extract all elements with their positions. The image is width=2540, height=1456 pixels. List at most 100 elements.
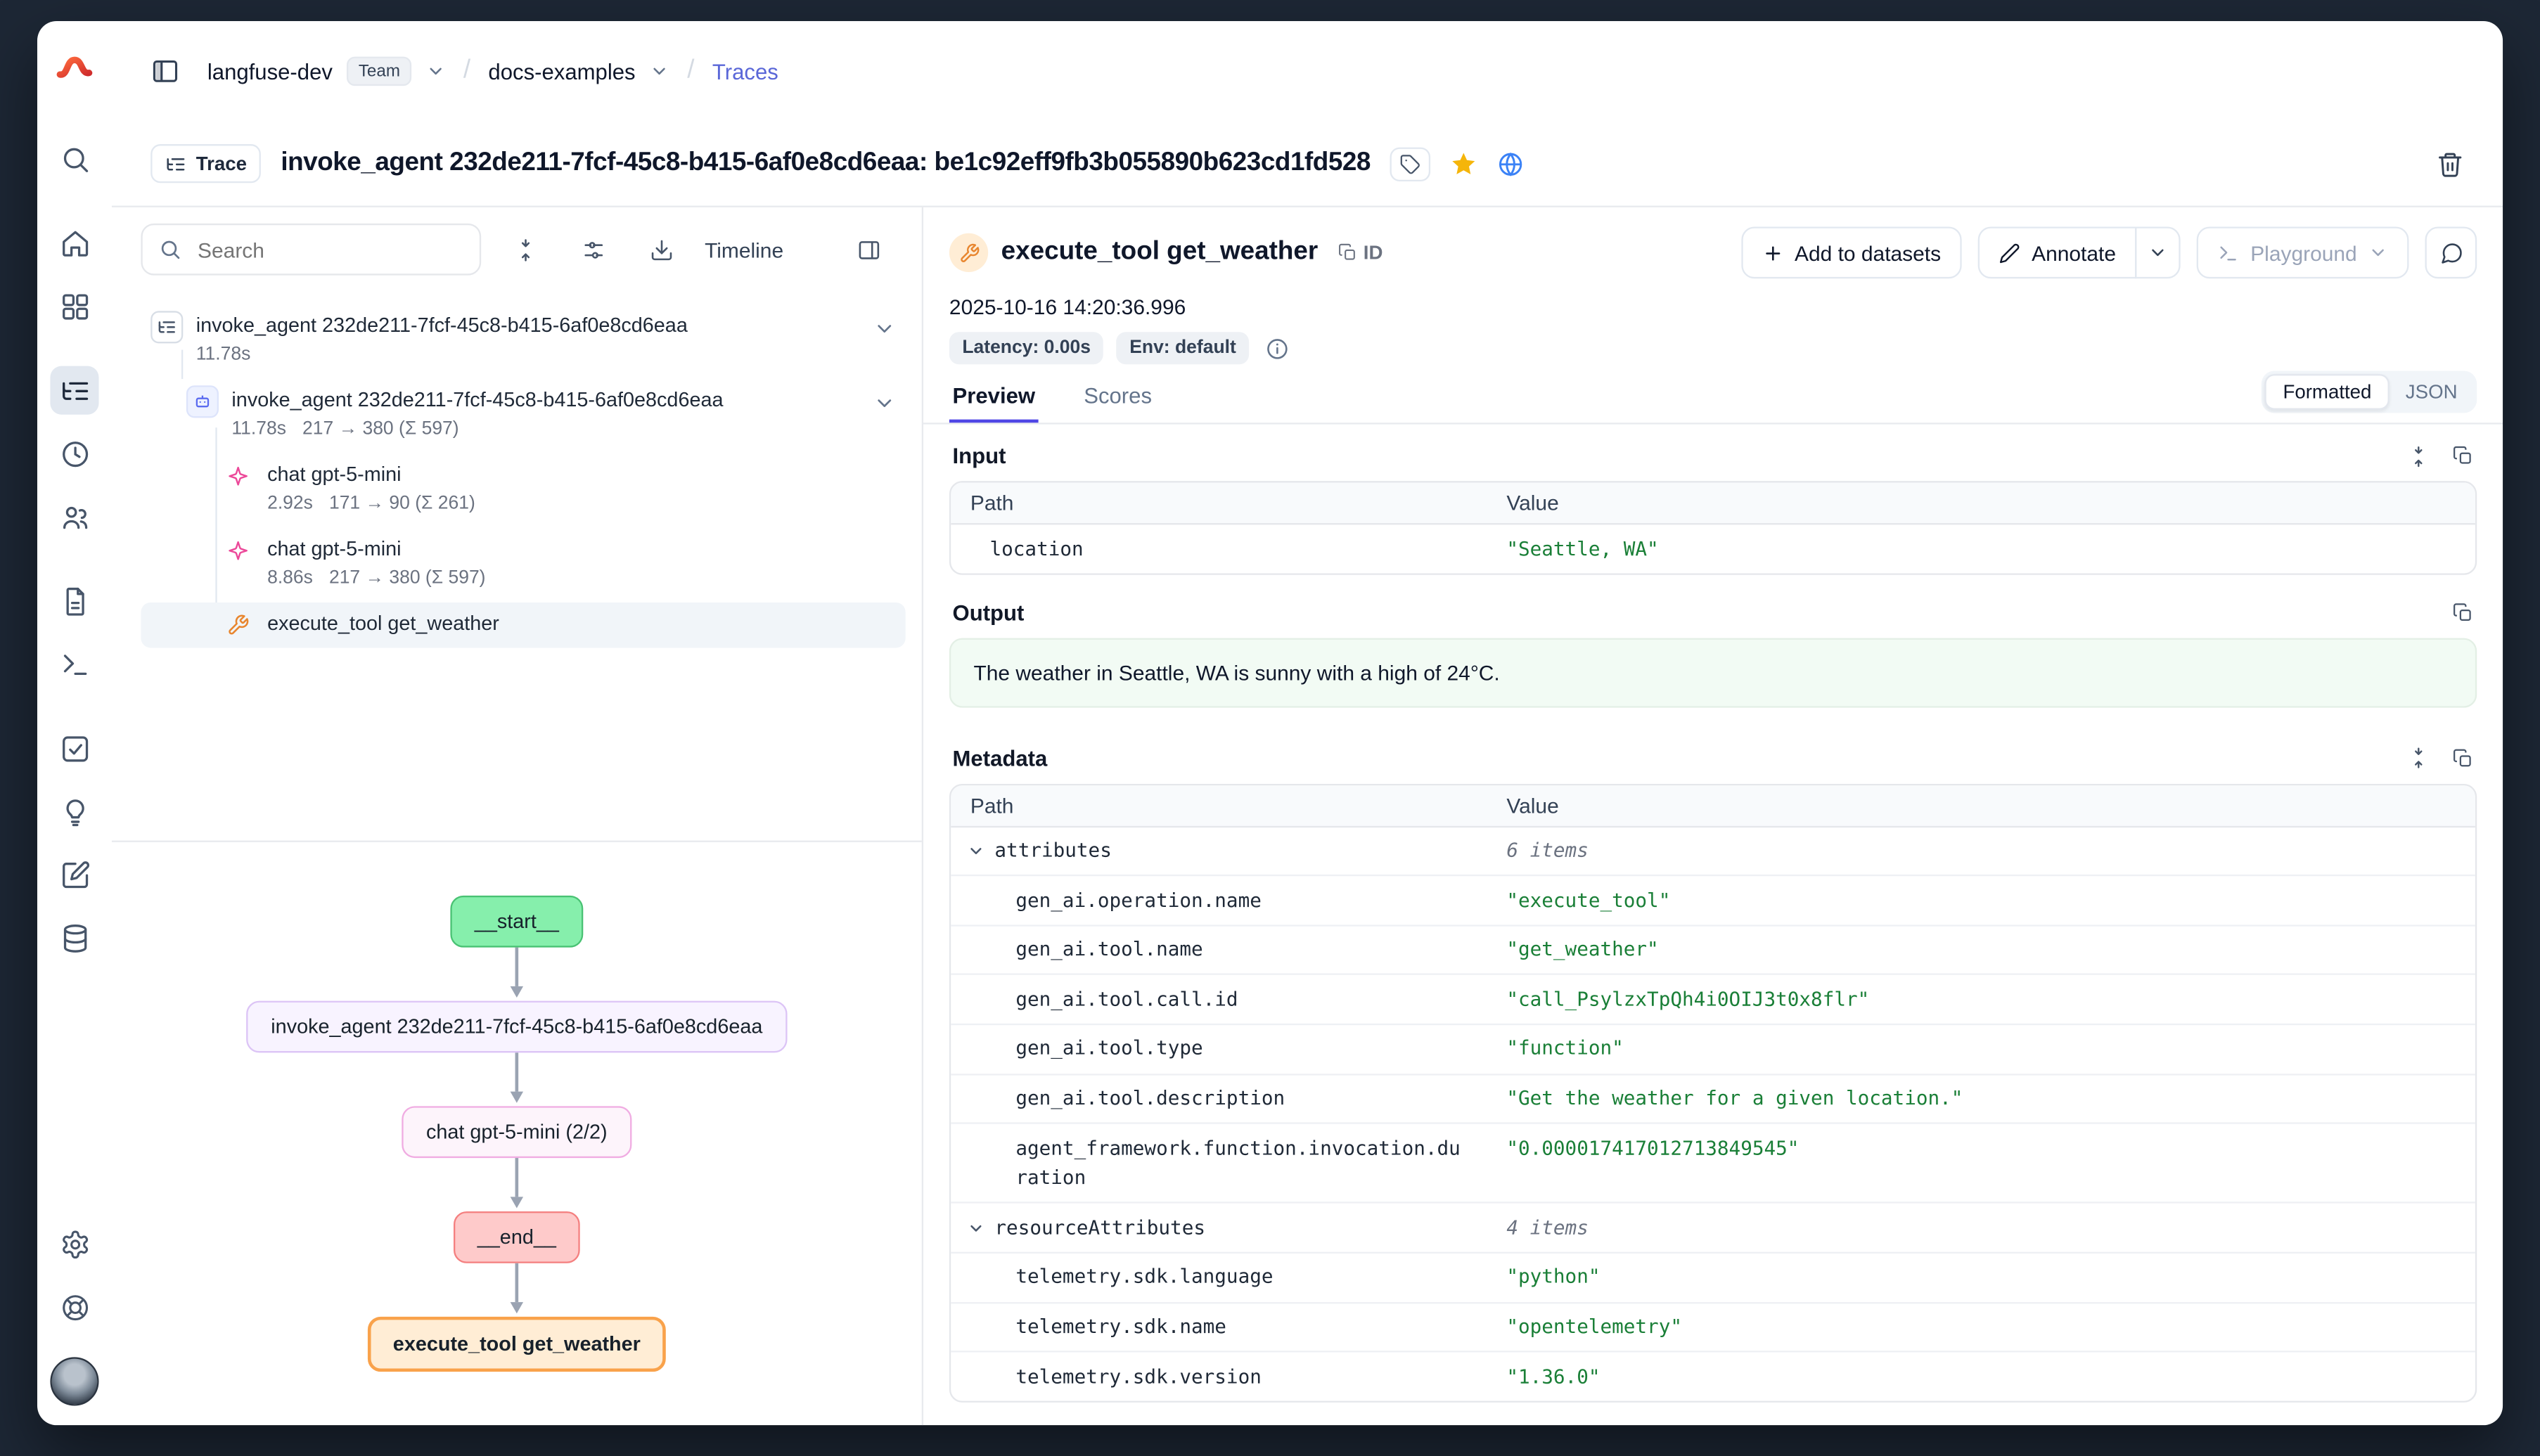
playground-button[interactable]: Playground — [2197, 227, 2408, 279]
chevron-down-icon[interactable] — [650, 62, 669, 82]
metadata-value: "opentelemetry" — [1487, 1303, 2475, 1351]
chevron-down-icon[interactable] — [967, 1219, 984, 1237]
insights-lightbulb-icon[interactable] — [50, 787, 98, 836]
home-icon[interactable] — [50, 219, 98, 267]
input-title: Input — [953, 444, 1006, 468]
span-tokens: 217 → 380 (Σ 597) — [302, 420, 459, 439]
annotate-split-button: Annotate — [1978, 227, 2181, 279]
graph-node-start[interactable]: __start__ — [450, 896, 583, 948]
sessions-clock-icon[interactable] — [50, 429, 98, 477]
chevron-down-icon[interactable] — [426, 62, 446, 82]
download-icon[interactable] — [636, 225, 685, 273]
input-path: location — [951, 524, 1487, 572]
panel-collapse-icon[interactable] — [844, 225, 892, 273]
tab-scores[interactable]: Scores — [1081, 371, 1155, 423]
chevron-down-icon[interactable] — [873, 392, 896, 414]
playground-terminal-icon[interactable] — [50, 640, 98, 688]
format-formatted-option[interactable]: Formatted — [2265, 374, 2390, 410]
playground-label: Playground — [2250, 240, 2357, 265]
graph-node-chat[interactable]: chat gpt-5-mini (2/2) — [402, 1106, 631, 1158]
search-icon[interactable] — [50, 134, 98, 183]
tool-wrench-icon — [949, 233, 988, 272]
tree-row-tool-selected[interactable]: execute_tool get_weather — [141, 603, 905, 648]
metadata-table: Path Value attributes 6 items gen_ai.ope… — [949, 783, 2477, 1402]
tree-row-agent-span[interactable]: invoke_agent 232de211-7fcf-45c8-b415-6af… — [141, 379, 905, 445]
span-tokens: 171 → 90 (Σ 261) — [329, 494, 475, 514]
table-row: telemetry.sdk.version "1.36.0" — [951, 1353, 2475, 1400]
user-avatar[interactable] — [50, 1357, 98, 1405]
chevron-down-icon[interactable] — [873, 318, 896, 340]
trace-badge: Trace — [150, 144, 261, 183]
breadcrumb-project[interactable]: langfuse-dev — [207, 59, 333, 84]
expand-rows-icon[interactable] — [2407, 747, 2430, 769]
metadata-value: "1.36.0" — [1487, 1353, 2475, 1400]
bookmark-star-icon[interactable] — [1450, 150, 1477, 177]
traces-icon[interactable] — [50, 366, 98, 415]
support-lifebuoy-icon[interactable] — [50, 1282, 98, 1331]
tree-search-input[interactable] — [194, 236, 444, 263]
tag-icon[interactable] — [1390, 146, 1431, 180]
expand-rows-icon[interactable] — [2407, 444, 2430, 467]
evals-check-icon[interactable] — [50, 724, 98, 773]
users-icon[interactable] — [50, 492, 98, 541]
delete-trace-icon[interactable] — [2437, 150, 2464, 177]
annotation-pen-icon[interactable] — [50, 850, 98, 898]
breadcrumb-traces-link[interactable]: Traces — [712, 59, 778, 84]
format-toggle: Formatted JSON — [2262, 371, 2477, 413]
public-globe-icon[interactable] — [1497, 150, 1525, 177]
annotate-dropdown-caret[interactable] — [2136, 227, 2181, 279]
chevron-down-icon[interactable] — [967, 842, 984, 860]
span-duration: 11.78s — [196, 345, 251, 365]
tree-row-generation-1[interactable]: chat gpt-5-mini 2.92s171 → 90 (Σ 261) — [141, 453, 905, 520]
input-table: Path Value location "Seattle, WA" — [949, 481, 2477, 574]
settings-gear-icon[interactable] — [50, 1220, 98, 1268]
dashboard-icon[interactable] — [50, 282, 98, 330]
metadata-path: gen_ai.operation.name — [951, 877, 1487, 925]
copy-icon[interactable] — [2453, 445, 2474, 466]
table-row: gen_ai.tool.call.id "call_PsylzxTpQh4i0O… — [951, 976, 2475, 1025]
view-options-icon[interactable] — [569, 225, 617, 273]
timeline-toggle-label[interactable]: Timeline — [705, 237, 783, 262]
prompts-file-icon[interactable] — [50, 576, 98, 625]
metadata-path: telemetry.sdk.language — [951, 1254, 1487, 1301]
project-type-badge: Team — [347, 57, 411, 86]
id-label: ID — [1364, 241, 1383, 264]
detail-scroll-area[interactable]: Input Path Value location " — [923, 425, 2503, 1426]
add-to-datasets-button[interactable]: Add to datasets — [1741, 227, 1962, 279]
annotate-button[interactable]: Annotate — [1978, 227, 2137, 279]
tab-preview[interactable]: Preview — [949, 371, 1039, 423]
table-row: gen_ai.tool.type "function" — [951, 1025, 2475, 1074]
graph-node-end[interactable]: __end__ — [453, 1211, 580, 1263]
format-json-option[interactable]: JSON — [2390, 374, 2474, 410]
datasets-database-icon[interactable] — [50, 913, 98, 962]
graph-arrow — [515, 1052, 518, 1091]
metadata-value: "call_PsylzxTpQh4i0OIJ3t0x8flr" — [1487, 976, 2475, 1024]
env-badge: Env: default — [1117, 332, 1249, 364]
metadata-value: "Get the weather for a given location." — [1487, 1075, 2475, 1123]
breadcrumb-folder[interactable]: docs-examples — [488, 59, 635, 84]
sidebar-toggle-icon[interactable] — [150, 57, 179, 86]
info-icon[interactable] — [1265, 336, 1290, 361]
comments-button[interactable] — [2425, 227, 2477, 279]
metadata-value: "execute_tool" — [1487, 877, 2475, 925]
tree-row-root-agent[interactable]: invoke_agent 232de211-7fcf-45c8-b415-6af… — [141, 304, 905, 371]
graph-node-execute-tool-selected[interactable]: execute_tool get_weather — [367, 1317, 667, 1372]
copy-icon[interactable] — [2453, 747, 2474, 768]
span-label: invoke_agent 232de211-7fcf-45c8-b415-6af… — [231, 389, 723, 411]
tree-row-generation-2[interactable]: chat gpt-5-mini 8.86s217 → 380 (Σ 597) — [141, 528, 905, 594]
copy-id-button[interactable]: ID — [1338, 241, 1383, 264]
langfuse-logo[interactable] — [50, 44, 98, 92]
table-row: agent_framework.function.invocation.dura… — [951, 1124, 2475, 1204]
metadata-path: resourceAttributes — [994, 1213, 1205, 1243]
detail-tabs: Preview Scores Formatted JSON — [923, 364, 2503, 424]
tree-search[interactable] — [141, 224, 481, 276]
collapse-all-icon[interactable] — [501, 225, 549, 273]
table-row-group[interactable]: resourceAttributes 4 items — [951, 1204, 2475, 1253]
add-to-datasets-label: Add to datasets — [1795, 240, 1941, 265]
graph-node-invoke-agent[interactable]: invoke_agent 232de211-7fcf-45c8-b415-6af… — [247, 1001, 787, 1053]
copy-icon[interactable] — [2453, 602, 2474, 623]
table-row-group[interactable]: attributes 6 items — [951, 827, 2475, 876]
output-section-icons — [2453, 602, 2474, 623]
breadcrumb-separator: / — [460, 57, 473, 86]
metadata-value: 4 items — [1487, 1204, 2475, 1251]
